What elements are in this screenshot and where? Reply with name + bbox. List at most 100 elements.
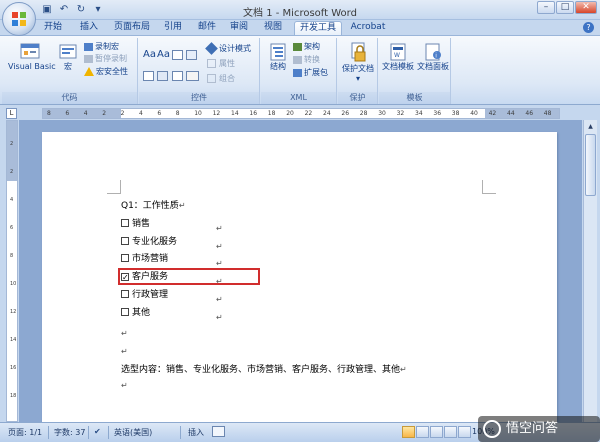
outline-view-button[interactable] xyxy=(444,426,457,438)
properties-button[interactable]: 属性 xyxy=(207,59,235,69)
watermark-text: 悟空问答 xyxy=(506,421,559,436)
paragraph-mark: ↵ xyxy=(400,365,407,374)
rich-text-control-button[interactable]: Aa xyxy=(143,50,156,60)
selected-content-line: 选型内容：销售、专业化服务、市场营销、客户服务、行政管理、其他↵ xyxy=(121,364,407,376)
print-layout-view-button[interactable] xyxy=(402,426,415,438)
option-row: 市场营销 ↵ xyxy=(121,253,223,268)
web-layout-button[interactable] xyxy=(430,426,443,438)
ruler-tick-label: 10 xyxy=(194,110,202,117)
vertical-scrollbar[interactable]: ▲ xyxy=(583,120,597,422)
transform-button[interactable]: 转换 xyxy=(293,55,320,65)
ruler-tick-label: 36 xyxy=(433,110,442,117)
paragraph-mark: ↵ xyxy=(216,242,223,251)
vertical-ruler[interactable]: 2 2 4 6 8 10 12 14 16 18 xyxy=(6,120,18,422)
ruler-tick-label: 14 xyxy=(231,110,239,117)
checkbox-professional-service[interactable] xyxy=(121,237,129,245)
help-icon[interactable]: ? xyxy=(583,22,594,33)
selected-content-text: 选型内容：销售、专业化服务、市场营销、客户服务、行政管理、其他 xyxy=(121,365,401,375)
building-block-icon[interactable] xyxy=(172,71,183,81)
maximize-button[interactable]: □ xyxy=(556,1,574,14)
ruler-tick-label: 24 xyxy=(323,110,331,117)
tab-developer[interactable]: 开发工具 xyxy=(294,21,342,35)
tab-review[interactable]: 审阅 xyxy=(226,21,252,35)
spelling-check-icon[interactable]: ✔ xyxy=(94,427,101,436)
design-mode-button[interactable]: 设计模式 xyxy=(205,42,251,55)
tab-mailings[interactable]: 邮件 xyxy=(194,21,220,35)
properties-icon xyxy=(207,59,216,68)
ruler-tick-label: 12 xyxy=(212,110,221,117)
tab-home[interactable]: 开始 xyxy=(40,21,66,35)
vruler-tick-label: 10 xyxy=(10,281,17,287)
protect-document-button[interactable]: 保护文档 ▾ xyxy=(340,42,376,84)
checkbox-administration[interactable] xyxy=(121,290,129,298)
status-separator xyxy=(48,426,49,439)
highlight-annotation-box xyxy=(118,268,260,285)
document-template-button[interactable]: W 文档模板 xyxy=(381,42,415,72)
plain-text-control-button[interactable]: Aa xyxy=(157,50,170,60)
tab-page-layout[interactable]: 页面布局 xyxy=(110,21,154,35)
status-separator xyxy=(108,426,109,439)
option-row: 其他 ↵ xyxy=(121,307,223,322)
tab-insert[interactable]: 插入 xyxy=(76,21,102,35)
vruler-tick-label: 4 xyxy=(10,197,14,203)
macro-security-button[interactable]: 宏安全性 xyxy=(84,67,128,77)
window-controls: – □ ✕ xyxy=(537,1,597,14)
watermark: 悟空问答 xyxy=(478,416,600,442)
office-button[interactable] xyxy=(2,2,36,36)
ruler-margin-left xyxy=(43,109,121,118)
group-xml: 结构 架构 转换 扩展包 XML xyxy=(261,38,337,104)
ruler-tick-label: 42 xyxy=(488,110,497,117)
close-button[interactable]: ✕ xyxy=(575,1,597,14)
macro-record-status-icon[interactable] xyxy=(212,426,225,437)
paragraph-mark: ↵ xyxy=(216,295,223,304)
minimize-button[interactable]: – xyxy=(537,1,555,14)
vruler-tick-label: 16 xyxy=(10,365,17,371)
tab-references[interactable]: 引用 xyxy=(160,21,186,35)
document-panel-button[interactable]: i 文档面板 xyxy=(416,42,450,72)
vruler-tick-label: 6 xyxy=(10,225,14,231)
scroll-thumb[interactable] xyxy=(585,134,596,196)
date-picker-icon[interactable] xyxy=(157,71,168,81)
scroll-up-icon[interactable]: ▲ xyxy=(585,121,596,132)
macro-button[interactable]: 宏 xyxy=(58,42,78,72)
chat-bubble-icon xyxy=(483,420,501,438)
group-button[interactable]: 组合 xyxy=(207,74,235,84)
horizontal-ruler[interactable]: 8 6 4 2 2 4 6 8 10 12 14 16 18 20 22 24 26 28 30 32 34 36 38 40… xyxy=(42,108,560,119)
group-label-code: 代码 xyxy=(2,92,137,104)
expansion-pack-button[interactable]: 扩展包 xyxy=(293,68,328,78)
document-area[interactable]: Q1：工作性质↵ 销售 ↵ 专业化服务 ↵ 市场营销 ↵ ✓ 客户服务 ↵ 行政管… xyxy=(19,120,582,422)
checkbox-other[interactable] xyxy=(121,308,129,316)
ruler-tick-label: 34 xyxy=(415,110,423,117)
schema-button[interactable]: 架构 xyxy=(293,42,320,52)
option-label: 市场营销 xyxy=(132,254,169,264)
option-label: 其他 xyxy=(132,308,151,318)
option-row: 行政管理 ↵ xyxy=(121,289,223,304)
ruler-tick-label: 28 xyxy=(359,110,368,117)
checkbox-sales[interactable] xyxy=(121,219,129,227)
lock-icon xyxy=(351,42,366,62)
legacy-tools-icon[interactable] xyxy=(186,71,199,81)
ruler-row: L 8 6 4 2 2 4 6 8 10 12 14 16 18 20 22 24 26 28 30 32 34 36 38… xyxy=(0,106,600,120)
visual-basic-button[interactable]: Visual Basic xyxy=(8,42,56,72)
combo-box-control-icon[interactable] xyxy=(186,50,197,60)
dropdown-control-icon[interactable] xyxy=(143,71,154,81)
pause-recording-button[interactable]: 暂停录制 xyxy=(84,54,127,64)
draft-view-button[interactable] xyxy=(458,426,471,438)
document-page[interactable]: Q1：工作性质↵ 销售 ↵ 专业化服务 ↵ 市场营销 ↵ ✓ 客户服务 ↵ 行政管… xyxy=(42,132,557,422)
record-icon xyxy=(84,42,93,51)
page-count[interactable]: 页面: 1/1 xyxy=(8,427,42,438)
record-macro-button[interactable]: 录制宏 xyxy=(84,42,119,52)
full-screen-reading-button[interactable] xyxy=(416,426,429,438)
tab-view[interactable]: 视图 xyxy=(260,21,286,35)
picture-control-icon[interactable] xyxy=(172,50,183,60)
structure-button[interactable]: 结构 xyxy=(265,42,291,72)
checkbox-marketing[interactable] xyxy=(121,254,129,262)
tab-acrobat[interactable]: Acrobat xyxy=(348,21,388,35)
title-bar: ▣ ↶ ↻ ▾ 文档 1 - Microsoft Word – □ ✕ xyxy=(0,0,600,20)
visual-basic-icon xyxy=(20,43,40,59)
word-count[interactable]: 字数: 37 xyxy=(54,427,85,438)
tab-selector[interactable]: L xyxy=(6,108,17,119)
insert-mode-indicator[interactable]: 插入 xyxy=(188,427,204,438)
language-indicator[interactable]: 英语(美国) xyxy=(114,427,152,438)
group-label-protect: 保护 xyxy=(338,92,377,104)
